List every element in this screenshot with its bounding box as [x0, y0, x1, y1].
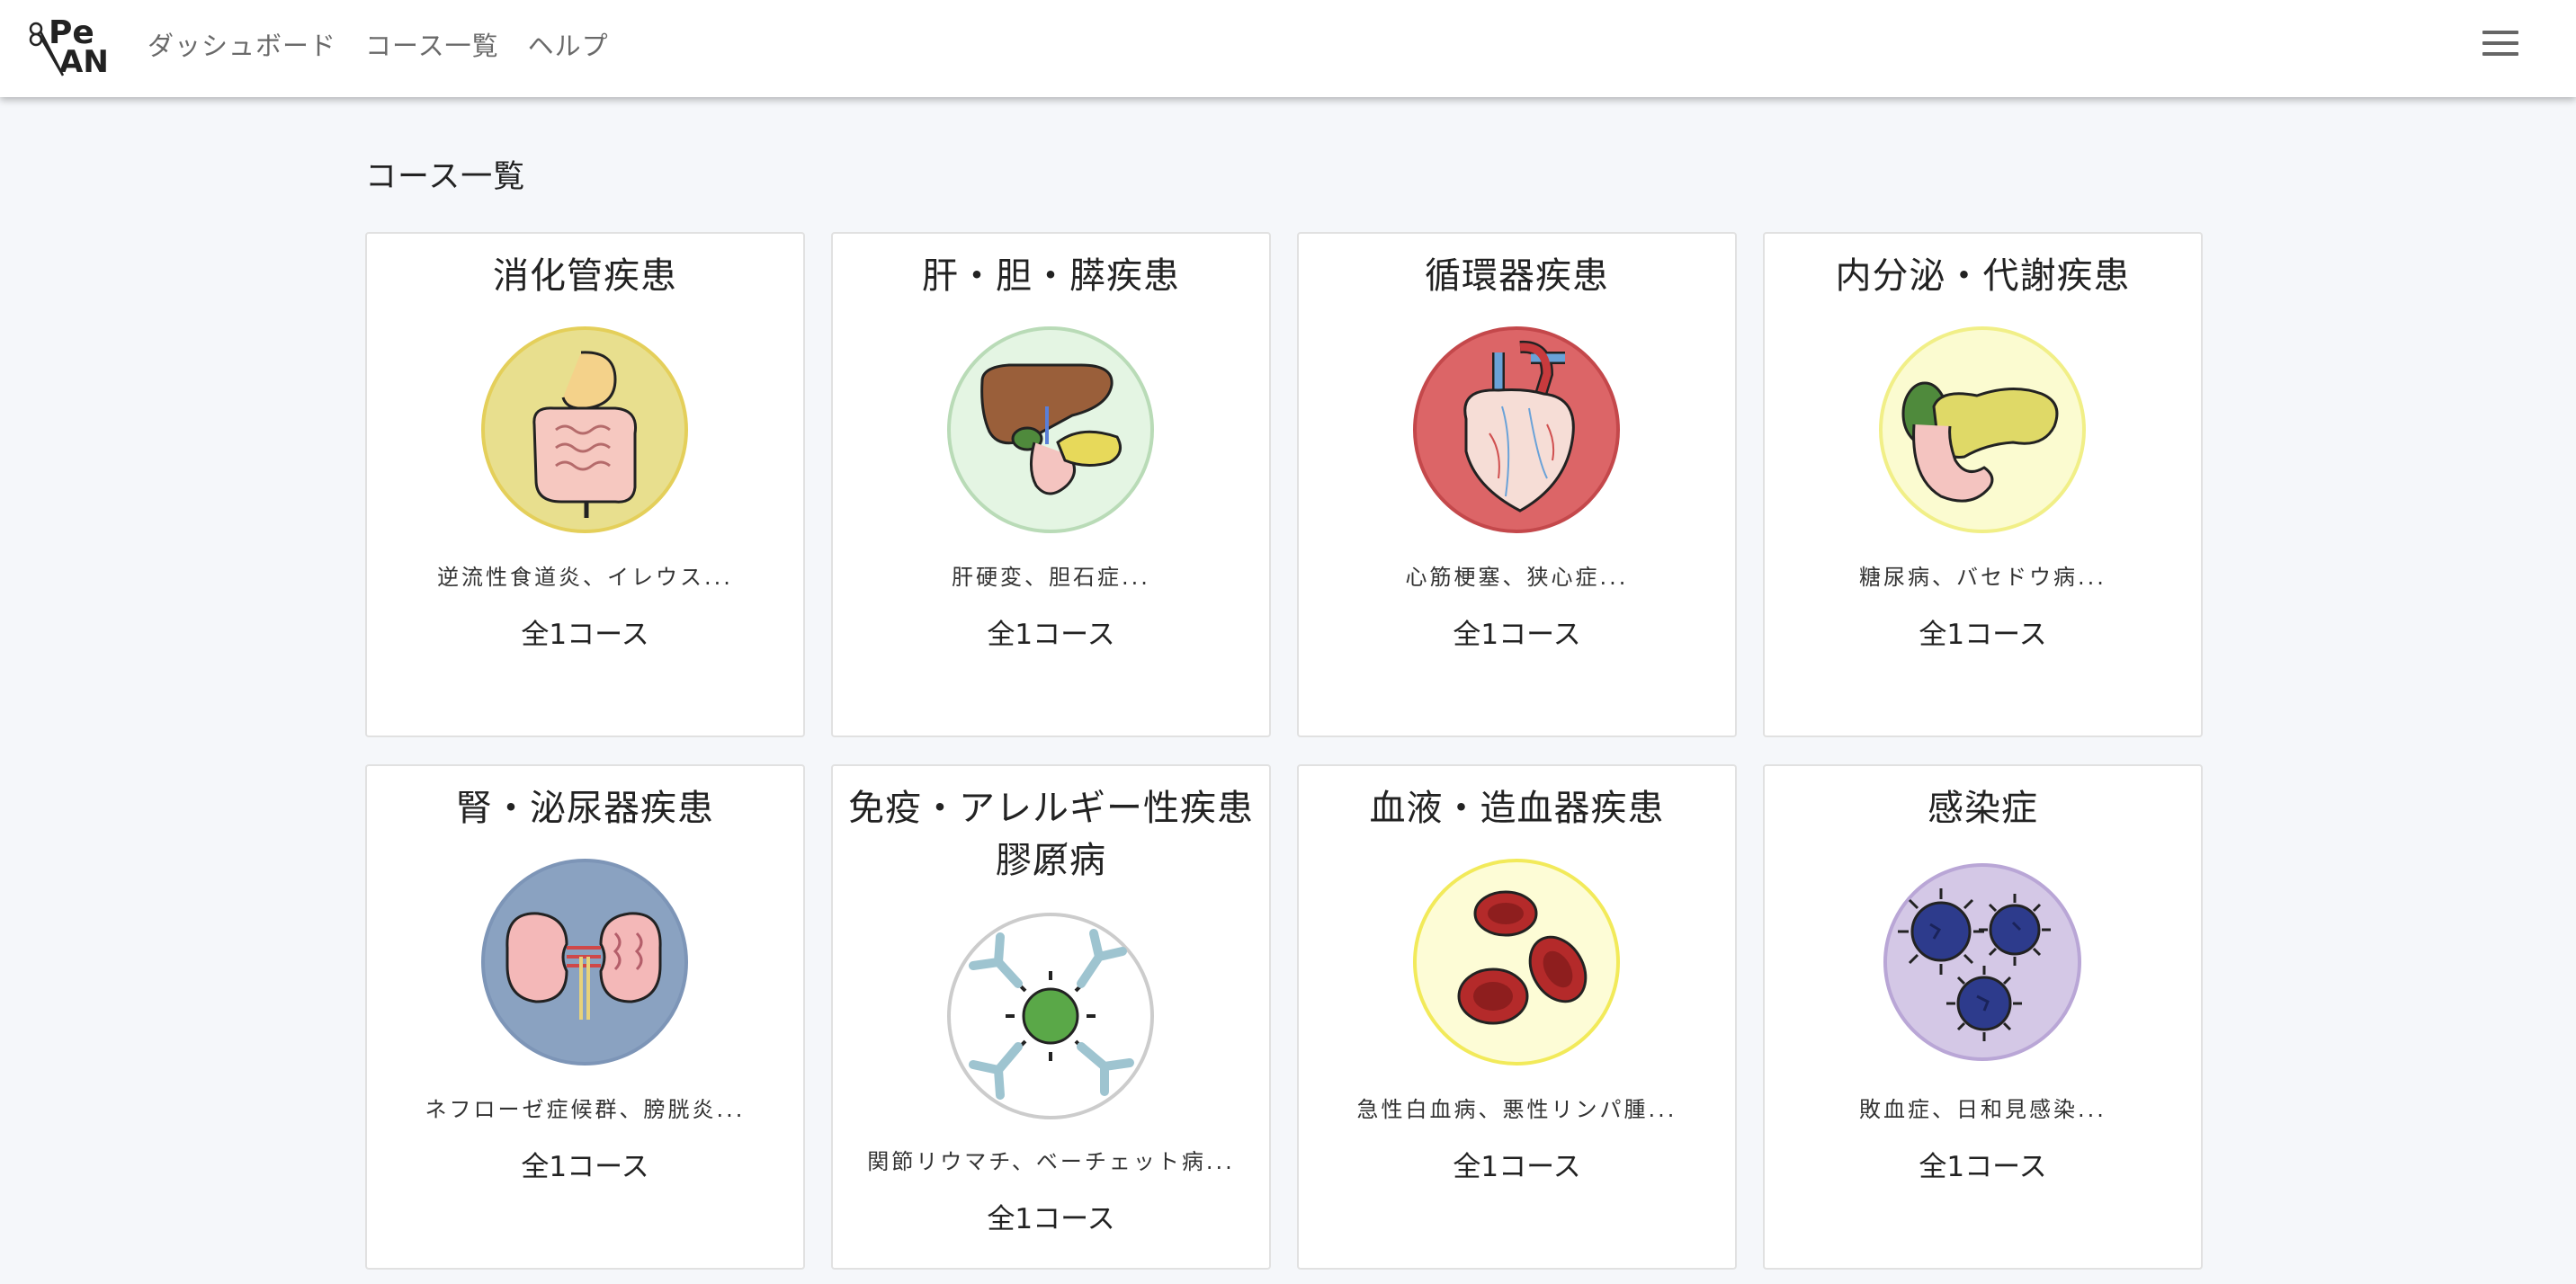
course-count: 全1コース	[521, 1151, 649, 1183]
card-description: 心筋梗塞、狭心症...	[1405, 565, 1629, 590]
card-description: 肝硬変、胆石症...	[952, 565, 1150, 590]
course-count: 全1コース	[1453, 619, 1581, 651]
top-navbar: Pe AN ダッシュボード コース一覧 ヘルプ	[0, 0, 2576, 97]
hamburger-menu-icon[interactable]	[2482, 31, 2518, 61]
course-card-blood[interactable]: 血液・造血器疾患 急性白血病、悪性リンパ腫... 全1コース	[1297, 764, 1737, 1270]
course-card-immune[interactable]: 免疫・アレルギー性疾患／ 膠原病 関節リウマチ、ベーチェット病... 全1コース	[831, 764, 1271, 1270]
nav-help[interactable]: ヘルプ	[528, 25, 609, 63]
card-title-line2: 膠原病	[996, 840, 1106, 881]
course-card-cardio[interactable]: 循環器疾患 心筋梗塞、狭心症... 全1コース	[1297, 232, 1737, 737]
course-count: 全1コース	[1453, 1151, 1581, 1183]
page-title: コース一覧	[365, 159, 526, 195]
course-count: 全1コース	[1919, 1151, 2047, 1183]
intestine-icon	[480, 325, 689, 534]
course-card-renal[interactable]: 腎・泌尿器疾患 ネフローゼ症候群、膀胱炎... 全1コース	[365, 764, 805, 1270]
card-description: ネフローゼ症候群、膀胱炎...	[425, 1097, 746, 1122]
course-card-digestive[interactable]: 消化管疾患 逆流性食道炎、イレウス... 全1コース	[365, 232, 805, 737]
heart-icon	[1412, 325, 1621, 534]
blood-cell-icon	[1412, 858, 1621, 1066]
pancreas-icon	[1878, 325, 2087, 534]
nav-dashboard[interactable]: ダッシュボード	[148, 25, 336, 63]
course-count: 全1コース	[1919, 619, 2047, 651]
svg-text:AN: AN	[59, 44, 109, 80]
card-title: 消化管疾患	[493, 255, 677, 297]
course-count: 全1コース	[987, 1203, 1115, 1235]
virus-icon	[1878, 858, 2087, 1066]
course-count: 全1コース	[521, 619, 649, 651]
card-title: 内分泌・代謝疾患	[1835, 255, 2131, 297]
card-title: 肝・胆・膵疾患	[922, 255, 1180, 297]
pean-logo[interactable]: Pe AN	[27, 9, 126, 81]
course-card-liver[interactable]: 肝・胆・膵疾患 肝硬変、胆石症... 全1コース	[831, 232, 1271, 737]
nav-course-list[interactable]: コース一覧	[365, 25, 499, 63]
liver-icon	[946, 325, 1155, 534]
course-card-infection[interactable]: 感染症 敗血症、日和見感染... 全1コース	[1763, 764, 2203, 1270]
card-description: 敗血症、日和見感染...	[1859, 1097, 2106, 1122]
card-title: 腎・泌尿器疾患	[456, 788, 714, 829]
card-description: 急性白血病、悪性リンパ腫...	[1356, 1097, 1677, 1122]
card-description: 逆流性食道炎、イレウス...	[437, 565, 733, 590]
course-count: 全1コース	[987, 619, 1115, 651]
antibody-icon	[946, 912, 1155, 1120]
card-title: 血液・造血器疾患	[1369, 788, 1665, 829]
card-description: 糖尿病、バセドウ病...	[1859, 565, 2106, 590]
card-description: 関節リウマチ、ベーチェット病...	[867, 1149, 1235, 1174]
course-card-endocrine[interactable]: 内分泌・代謝疾患 糖尿病、バセドウ病... 全1コース	[1763, 232, 2203, 737]
card-title: 感染症	[1928, 788, 2038, 829]
kidney-icon	[480, 858, 689, 1066]
card-title: 循環器疾患	[1425, 255, 1609, 297]
